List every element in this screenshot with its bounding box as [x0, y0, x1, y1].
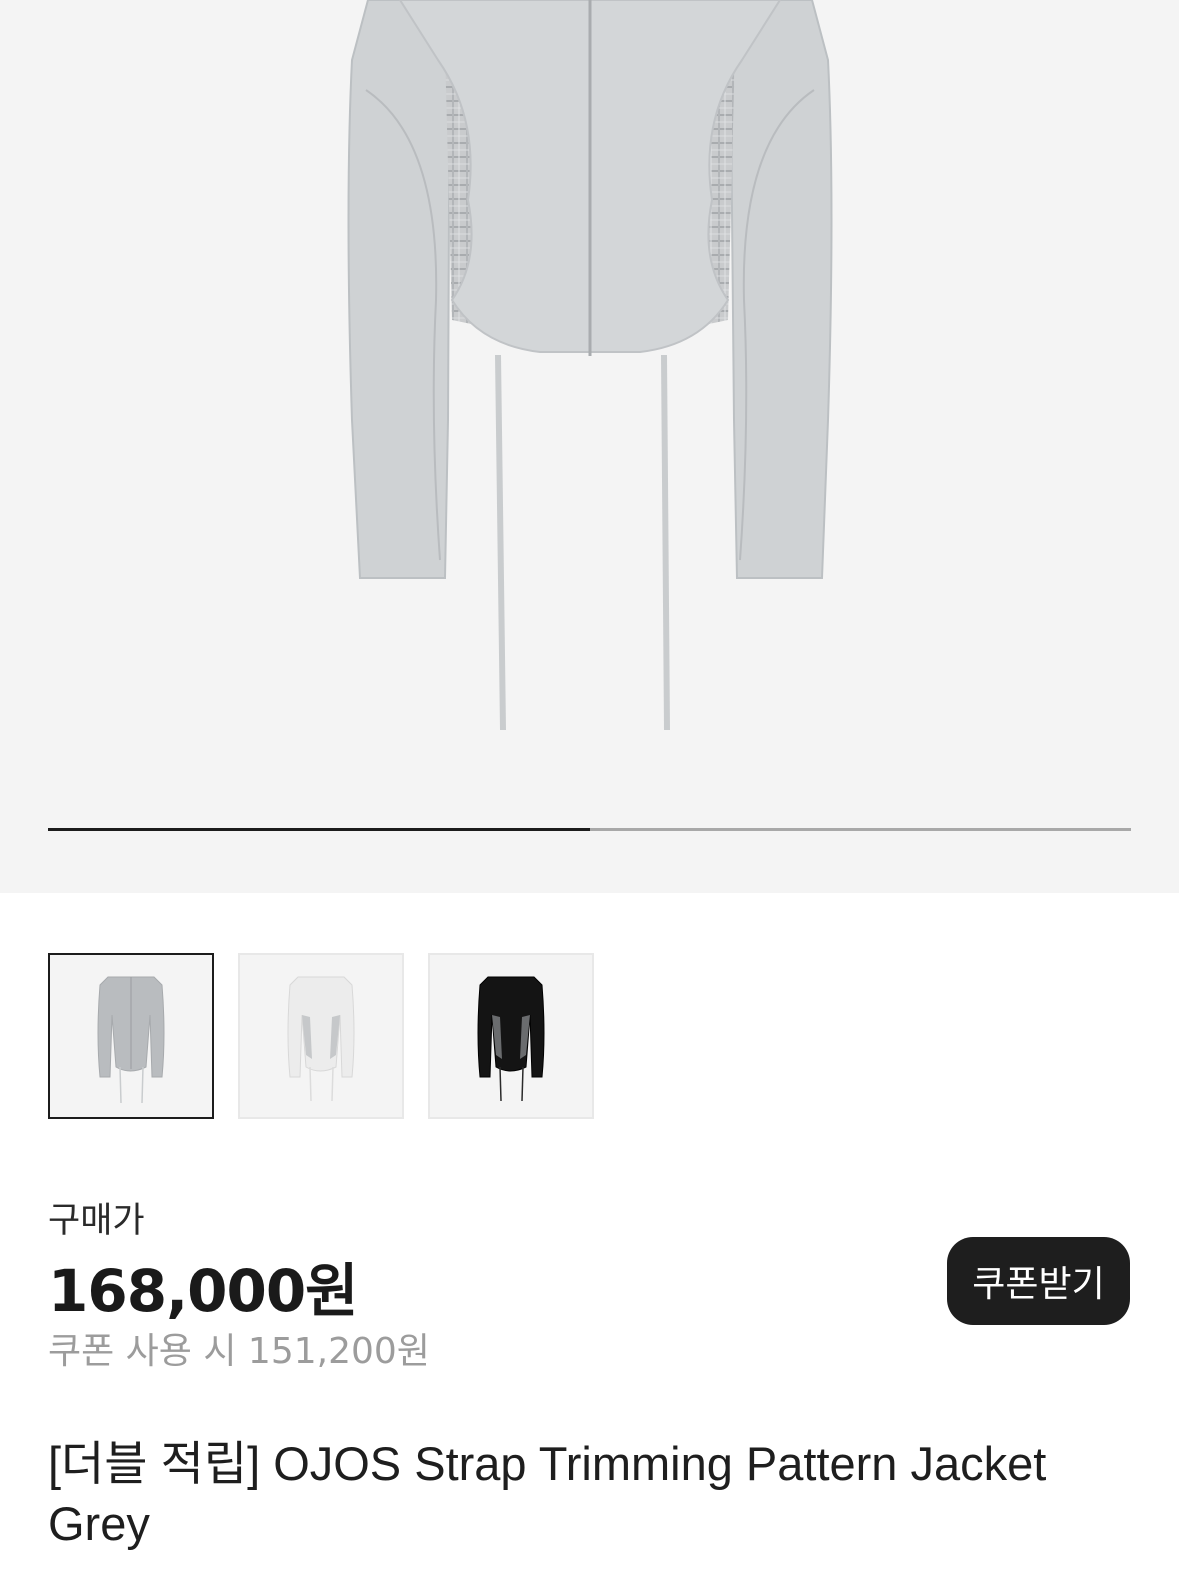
- jacket-white-image: [287, 976, 355, 1102]
- thumbnail-grey[interactable]: [48, 953, 214, 1119]
- gallery-progress-bar: [48, 828, 1131, 831]
- price-label: 구매가: [48, 1201, 145, 1241]
- product-title: [더블 적립] OJOS Strap Trimming Pattern Jack…: [48, 1437, 1047, 1550]
- jacket-grey-image: [97, 976, 165, 1104]
- product-image-gallery[interactable]: [0, 0, 1179, 893]
- coupon-price-text: 쿠폰 사용 시 151,200원: [48, 1331, 430, 1372]
- gallery-progress-fill: [48, 828, 590, 831]
- get-coupon-button[interactable]: 쿠폰받기: [947, 1237, 1130, 1325]
- thumbnail-black[interactable]: [428, 953, 594, 1119]
- jacket-black-image: [477, 976, 545, 1102]
- thumbnail-list: [48, 953, 594, 1119]
- product-photo: [347, 0, 833, 731]
- thumbnail-white[interactable]: [238, 953, 404, 1119]
- price-amount: 168,000원: [48, 1257, 359, 1325]
